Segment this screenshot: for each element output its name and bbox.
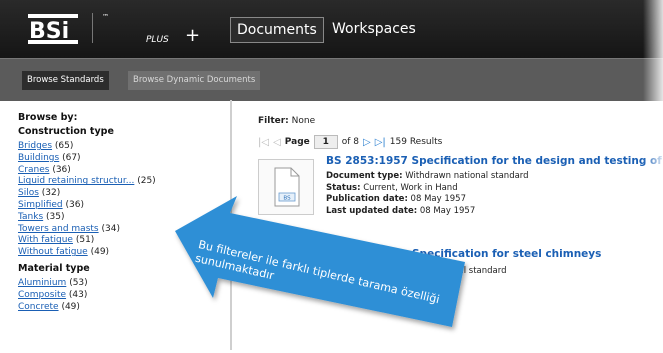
construction-item[interactable]: Liquid retaining structur... (25) (18, 176, 226, 188)
construction-item-label[interactable]: Without fatigue (18, 247, 88, 257)
last-updated-label: Last updated date: (326, 205, 418, 216)
material-item-label[interactable]: Composite (18, 290, 66, 300)
construction-item[interactable]: Buildings (67) (18, 153, 226, 165)
result-item-1: BS 2853:1957 Specification for the desig… (326, 155, 663, 217)
construction-item-label[interactable]: Tanks (18, 212, 43, 222)
first-page-icon[interactable]: |◁ (258, 137, 269, 148)
result-2-updated-fragment: 1990 (432, 302, 454, 312)
browse-by-heading: Browse by: (18, 112, 78, 123)
construction-item-label[interactable]: Cranes (18, 165, 49, 175)
next-page-icon[interactable]: ▷ (363, 137, 371, 148)
construction-item-label[interactable]: Bridges (18, 141, 52, 151)
construction-item[interactable]: Cranes (36) (18, 165, 226, 177)
construction-item[interactable]: Towers and masts (34) (18, 224, 226, 236)
construction-item-count: (32) (41, 188, 61, 199)
filter-line: Filter: None (258, 116, 663, 126)
material-item[interactable]: Aluminium (53) (18, 278, 226, 290)
construction-item-count: (35) (46, 211, 65, 222)
construction-item-count: (25) (137, 176, 156, 187)
product-tm: ™ (102, 13, 109, 21)
nav-workspaces[interactable]: Workspaces (326, 17, 422, 41)
construction-item[interactable]: Bridges (65) (18, 141, 226, 153)
sub-navigation: Browse Standards Browse Dynamic Document… (0, 58, 663, 101)
filter-label: Filter: (258, 116, 289, 126)
logo-text: BSi (29, 19, 69, 44)
doc-type-value: Withdrawn national standard (405, 171, 529, 181)
construction-item-label[interactable]: Buildings (18, 153, 59, 163)
last-updated-value: 08 May 1957 (419, 205, 476, 216)
publication-date-value: 08 May 1957 (410, 194, 466, 205)
construction-type-list: Bridges (65) Buildings (67) Cranes (36) Liq… (18, 141, 226, 259)
construction-item-label[interactable]: Liquid retaining structur... (18, 176, 134, 186)
construction-item-count: (36) (52, 164, 71, 175)
material-item-count: (49) (61, 301, 80, 312)
last-page-icon[interactable]: ▷| (375, 137, 386, 148)
status-label: Status: (326, 182, 361, 193)
sidebar-divider (230, 100, 232, 350)
construction-item[interactable]: With fatigue (51) (18, 235, 226, 247)
construction-item[interactable]: Tanks (35) (18, 212, 226, 224)
pager: |◁ ◁ Page 1 of 8 ▷ ▷| 159 Results (258, 135, 442, 149)
material-type-heading: Material type (18, 262, 90, 274)
bsi-logo[interactable]: BSi (28, 12, 78, 46)
result-2-status-fragment: wn (437, 278, 450, 288)
material-item-count: (43) (68, 289, 88, 300)
logo-separator (92, 13, 93, 43)
construction-item-label[interactable]: With fatigue (18, 235, 73, 245)
construction-item-label[interactable]: Towers and masts (18, 224, 99, 234)
result-title-1[interactable]: BS 2853:1957 Specification for the desig… (326, 155, 663, 167)
doc-type-label: Document type: (326, 171, 403, 181)
page-of-text: of 8 (341, 137, 360, 147)
right-fade (643, 0, 663, 350)
results-count: 159 Results (389, 137, 443, 147)
construction-item-count: (49) (90, 247, 110, 258)
results-panel: Filter: None (258, 116, 663, 126)
page-label: Page (284, 137, 310, 147)
material-item[interactable]: Concrete (49) (18, 302, 226, 314)
construction-item-label[interactable]: Silos (18, 188, 39, 198)
product-name: Eurocodes ™ PLUS + (102, 13, 450, 149)
prev-page-icon[interactable]: ◁ (273, 137, 281, 148)
tab-browse-dynamic-documents[interactable]: Browse Dynamic Documents (128, 71, 261, 90)
construction-item-count: (67) (62, 152, 81, 163)
filter-value: None (291, 116, 316, 126)
product-plus-sign: + (185, 25, 201, 46)
result-2-type-fragment: ational standard (437, 266, 507, 276)
construction-item[interactable]: Silos (32) (18, 188, 226, 200)
material-item-count: (53) (69, 277, 88, 288)
doc-icon-label: BS (283, 196, 291, 202)
material-item-label[interactable]: Aluminium (18, 278, 66, 288)
construction-item-count: (36) (65, 199, 84, 210)
construction-item[interactable]: Simplified (36) (18, 200, 226, 212)
result-2-pub-fragment: 90 (439, 290, 450, 300)
product-plus-word: PLUS (146, 35, 169, 45)
material-item-label[interactable]: Concrete (18, 302, 59, 312)
document-icon[interactable]: BS (258, 159, 314, 215)
construction-type-heading: Construction type (18, 126, 114, 137)
status-value: Current, Work in Hand (363, 182, 458, 193)
construction-item[interactable]: Without fatigue (49) (18, 247, 226, 259)
publication-date-label: Publication date: (326, 194, 408, 205)
nav-documents[interactable]: Documents (230, 17, 324, 43)
tab-browse-standards[interactable]: Browse Standards (22, 71, 109, 90)
material-type-list: Aluminium (53) Composite (43) Concrete (49… (18, 278, 226, 313)
construction-item-count: (34) (101, 223, 120, 234)
construction-item-count: (51) (75, 235, 95, 246)
construction-item-label[interactable]: Simplified (18, 200, 63, 210)
material-item[interactable]: Composite (43) (18, 290, 226, 302)
page-input[interactable]: 1 (313, 135, 338, 149)
top-header: BSi Eurocodes ™ PLUS + Documents Workspac… (0, 0, 663, 149)
construction-item-count: (65) (54, 141, 74, 151)
bs-document-icon: BS (274, 167, 300, 207)
browse-sidebar: Browse by: Construction type Bridges (65… (18, 112, 226, 313)
result-meta-1: Document type: Withdrawn national standa… (326, 171, 663, 217)
result-title-2[interactable]: Specification for steel chimneys (412, 248, 601, 260)
